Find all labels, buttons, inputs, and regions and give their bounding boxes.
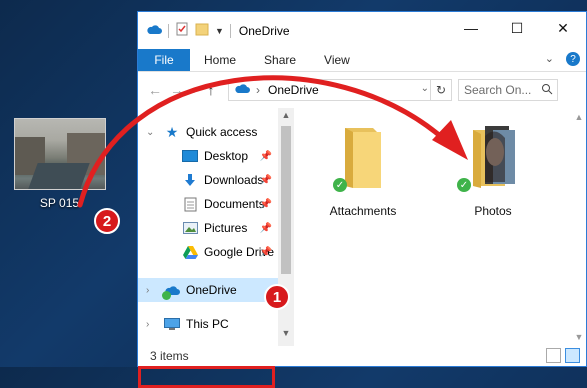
folder-icon: ✓	[333, 122, 393, 192]
onedrive-icon	[162, 283, 180, 300]
tab-share[interactable]: Share	[250, 49, 310, 71]
explorer-window: ▼ OneDrive — ☐ ✕ File Home Share View ⌄ …	[137, 11, 587, 388]
folder-photos[interactable]: ✓ Photos	[438, 122, 548, 218]
scroll-up-icon[interactable]: ▲	[278, 110, 294, 126]
sync-check-icon: ✓	[333, 178, 347, 192]
close-button[interactable]: ✕	[540, 12, 586, 44]
window-controls: — ☐ ✕	[448, 12, 586, 44]
expand-ribbon-icon[interactable]: ⌄	[545, 52, 554, 66]
sidebar-item-label: Pictures	[204, 221, 248, 235]
address-dropdown-icon[interactable]: ⌄	[421, 83, 429, 94]
sync-check-icon	[162, 291, 171, 300]
pin-icon[interactable]: 📌	[260, 151, 272, 162]
scroll-down-icon[interactable]: ▼	[278, 328, 294, 344]
desktop-icon	[182, 149, 198, 163]
folder-label: Photos	[474, 204, 512, 218]
item-count: 3 items	[150, 349, 189, 363]
forward-button[interactable]: →	[166, 82, 188, 98]
sidebar-item-google-drive[interactable]: Google Drive 📌	[138, 240, 294, 264]
sync-check-icon: ✓	[457, 178, 471, 192]
pictures-icon	[182, 221, 198, 235]
sidebar-item-label: Downloads	[204, 173, 264, 187]
image-thumbnail	[13, 118, 106, 190]
recent-locations-icon[interactable]: ⌄	[188, 85, 200, 96]
properties-icon[interactable]	[175, 22, 189, 39]
search-icon[interactable]	[541, 83, 553, 98]
sidebar-scrollbar[interactable]: ▲ ▼	[278, 108, 294, 346]
refresh-button[interactable]: ↻	[430, 80, 451, 100]
step-badge-2: 2	[94, 208, 120, 234]
sidebar-item-documents[interactable]: Documents 📌	[138, 192, 294, 216]
sidebar-item-label: Documents	[204, 197, 265, 211]
scroll-down-icon[interactable]: ▼	[572, 332, 586, 342]
pin-icon[interactable]: 📌	[260, 247, 272, 258]
pin-icon[interactable]: 📌	[260, 223, 272, 234]
help-icon[interactable]: ?	[566, 52, 580, 66]
tab-view[interactable]: View	[310, 49, 364, 71]
sidebar-item-label: OneDrive	[186, 283, 237, 297]
chevron-right-icon[interactable]: ›	[146, 319, 158, 330]
sidebar-item-downloads[interactable]: Downloads 📌	[138, 168, 294, 192]
step-badge-1: 1	[264, 284, 290, 310]
sidebar-item-desktop[interactable]: Desktop 📌	[138, 144, 294, 168]
ribbon-right-controls: ⌄ ?	[545, 52, 580, 66]
customize-toolbar-dropdown-icon[interactable]: ▼	[215, 26, 224, 36]
photo-folder-icon: ✓	[457, 122, 523, 192]
file-list: ✓ Attachments ✓ Photos ▲ ▼	[294, 108, 586, 346]
main-area: ⌄ ★ Quick access Desktop 📌 Downloads 📌 D…	[138, 108, 586, 388]
google-drive-icon	[182, 245, 198, 259]
sidebar-item-pictures[interactable]: Pictures 📌	[138, 216, 294, 240]
new-folder-icon[interactable]	[195, 22, 209, 39]
scroll-up-icon[interactable]: ▲	[572, 112, 586, 122]
sidebar-item-label: Quick access	[186, 125, 258, 139]
desktop-icon-sp015[interactable]: SP 015	[12, 118, 107, 210]
sidebar-item-this-pc[interactable]: › This PC	[138, 312, 294, 336]
minimize-button[interactable]: —	[448, 12, 494, 44]
sidebar-item-quick-access[interactable]: ⌄ ★ Quick access	[138, 120, 294, 144]
chevron-right-icon[interactable]: ›	[146, 285, 158, 296]
breadcrumb-separator-icon[interactable]: ›	[256, 83, 260, 97]
up-button[interactable]: ↑	[200, 82, 222, 98]
pc-icon	[164, 317, 180, 331]
navigation-bar: ← → ⌄ ↑ › OneDrive ⌄ ↻ Search On...	[138, 72, 586, 108]
downloads-icon	[182, 173, 198, 187]
folder-attachments[interactable]: ✓ Attachments	[308, 122, 418, 218]
window-title: OneDrive	[238, 23, 290, 38]
search-box[interactable]: Search On...	[458, 79, 558, 101]
desktop-icon-label: SP 015	[39, 196, 80, 210]
tab-file[interactable]: File	[138, 49, 190, 71]
content-scrollbar[interactable]: ▲ ▼	[572, 108, 586, 346]
quick-access-toolbar: ▼	[138, 22, 231, 39]
breadcrumb-onedrive[interactable]: OneDrive	[268, 83, 319, 97]
address-bar[interactable]: › OneDrive ⌄ ↻	[228, 79, 452, 101]
large-icons-view-icon[interactable]	[565, 348, 580, 363]
title-bar: ▼ OneDrive — ☐ ✕	[138, 12, 586, 49]
view-toggle	[546, 348, 580, 363]
navigation-pane: ⌄ ★ Quick access Desktop 📌 Downloads 📌 D…	[138, 108, 294, 388]
maximize-button[interactable]: ☐	[494, 12, 540, 44]
onedrive-cloud-icon	[234, 83, 250, 97]
onedrive-cloud-icon	[146, 24, 162, 38]
folder-label: Attachments	[329, 204, 397, 218]
tab-home[interactable]: Home	[190, 49, 250, 71]
search-placeholder: Search On...	[464, 83, 532, 97]
pin-icon[interactable]: 📌	[260, 175, 272, 186]
ribbon-tabs: File Home Share View ⌄ ?	[138, 49, 586, 72]
onedrive-highlight-box	[138, 366, 275, 388]
sidebar-item-label: This PC	[186, 317, 229, 331]
star-icon: ★	[165, 123, 179, 140]
documents-icon	[182, 197, 198, 211]
sidebar-item-label: Desktop	[204, 149, 249, 163]
back-button[interactable]: ←	[144, 82, 166, 98]
scrollbar-thumb[interactable]	[281, 126, 291, 274]
status-bar: 3 items	[138, 346, 586, 366]
details-view-icon[interactable]	[546, 348, 561, 363]
chevron-down-icon[interactable]: ⌄	[146, 127, 158, 138]
pin-icon[interactable]: 📌	[260, 199, 272, 210]
